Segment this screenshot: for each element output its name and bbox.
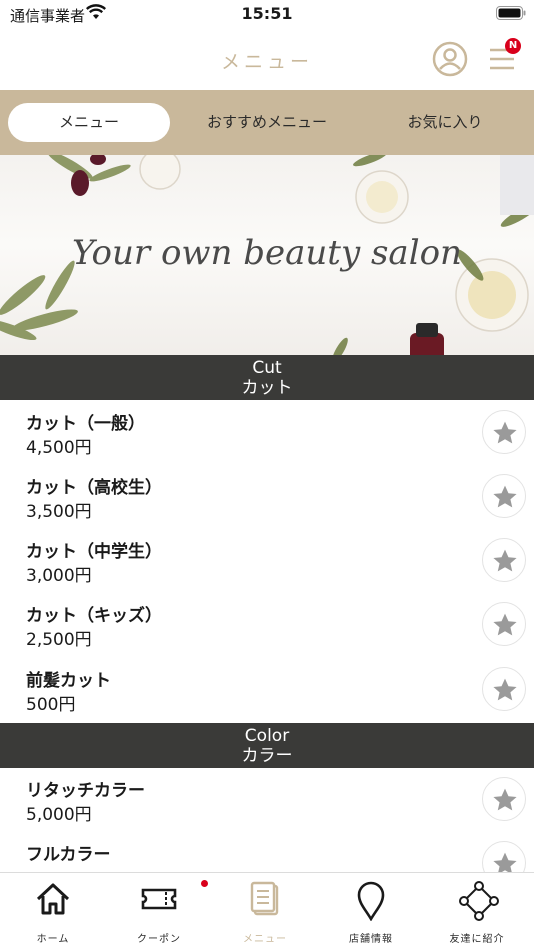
banner-tagline: Your own beauty salon <box>72 233 462 273</box>
star-icon <box>493 788 517 811</box>
item-name: フルカラー <box>26 845 111 865</box>
app-header: メニュー N <box>0 30 534 90</box>
hero-banner: Your own beauty salon <box>0 155 534 355</box>
battery-icon <box>496 6 526 20</box>
item-name: リタッチカラー <box>26 781 145 801</box>
nav-label: メニュー <box>243 934 287 945</box>
favorite-button[interactable] <box>482 777 526 821</box>
item-price: 2,500円 <box>26 630 92 650</box>
menu-item[interactable]: カット（キッズ） 2,500円 <box>0 593 534 657</box>
star-icon <box>493 613 517 636</box>
nav-label: 友達に紹介 <box>449 934 505 945</box>
star-icon <box>493 485 517 508</box>
item-price: 4,500円 <box>26 438 92 458</box>
section-header-color: Color カラー <box>0 723 534 768</box>
menu-item[interactable]: カット（高校生） 3,500円 <box>0 465 534 529</box>
map-pin-icon <box>357 881 385 921</box>
nav-coupon[interactable]: クーポン <box>106 873 212 950</box>
menu-item[interactable]: カット（中学生） 3,000円 <box>0 529 534 593</box>
tab-bar: メニュー おすすめメニュー お気に入り <box>0 90 534 155</box>
nav-home[interactable]: ホーム <box>0 873 106 950</box>
favorite-button[interactable] <box>482 667 526 711</box>
item-price: 5,000円 <box>26 805 92 825</box>
nav-invite-friends[interactable]: 友達に紹介 <box>424 873 530 950</box>
item-name: カット（中学生） <box>26 542 162 562</box>
menu-item[interactable]: カット（一般） 4,500円 <box>0 401 534 465</box>
status-bar: 通信事業者 15:51 <box>0 0 534 30</box>
tab-recommended[interactable]: おすすめメニュー <box>186 103 348 142</box>
item-name: カット（高校生） <box>26 478 162 498</box>
nav-label: ホーム <box>36 934 70 945</box>
menu-item[interactable]: 前髪カット 500円 <box>0 658 534 722</box>
tab-menu[interactable]: メニュー <box>8 103 170 142</box>
home-icon <box>36 883 70 915</box>
item-name: カット（一般） <box>26 414 145 434</box>
item-name: 前髪カット <box>26 671 111 691</box>
star-icon <box>493 549 517 572</box>
star-icon <box>493 421 517 444</box>
section-title-en: Color <box>244 726 290 746</box>
section-title-en: Cut <box>252 358 282 378</box>
nav-store-info[interactable]: 店舗情報 <box>318 873 424 950</box>
document-icon <box>250 881 279 916</box>
item-name: カット（キッズ） <box>26 606 162 626</box>
section-title-ja: カラー <box>241 746 293 766</box>
item-price: 3,000円 <box>26 566 92 586</box>
favorite-button[interactable] <box>482 602 526 646</box>
status-time: 15:51 <box>241 4 293 23</box>
account-icon[interactable] <box>432 41 468 77</box>
nav-label: 店舗情報 <box>349 934 393 945</box>
notification-badge: N <box>505 38 521 54</box>
favorite-button[interactable] <box>482 474 526 518</box>
item-price: 3,500円 <box>26 502 92 522</box>
item-price: 500円 <box>26 695 76 715</box>
section-title-ja: カット <box>241 378 293 398</box>
coupon-notification-dot <box>201 880 208 887</box>
section-header-cut: Cut カット <box>0 355 534 400</box>
nav-menu[interactable]: メニュー <box>212 873 318 950</box>
favorite-button[interactable] <box>482 410 526 454</box>
menu-item[interactable]: リタッチカラー 5,000円 <box>0 768 534 832</box>
nav-label: クーポン <box>137 934 181 945</box>
favorite-button[interactable] <box>482 538 526 582</box>
ticket-icon <box>141 888 177 910</box>
share-icon <box>459 881 499 921</box>
bottom-nav: ホーム クーポン メニュー 店舗情報 友達に紹介 <box>0 872 534 950</box>
star-icon <box>493 678 517 701</box>
tab-favorites[interactable]: お気に入り <box>364 103 526 142</box>
